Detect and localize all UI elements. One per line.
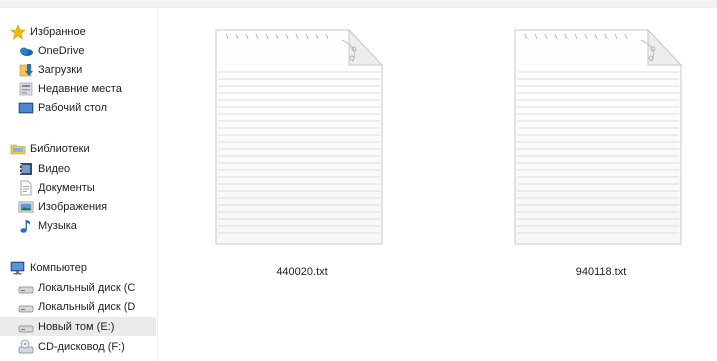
sidebar-item-label: Локальный диск (D [38, 300, 136, 313]
pictures-icon [18, 199, 34, 215]
sidebar-item-label: Рабочий стол [38, 101, 108, 114]
downloads-icon [18, 62, 34, 78]
documents-icon [18, 180, 34, 196]
sidebar-item-pictures[interactable]: Изображения [18, 197, 107, 216]
drive-icon [18, 319, 34, 335]
desktop-icon [18, 100, 34, 116]
onedrive-icon [18, 43, 34, 59]
sidebar-item-downloads[interactable]: Загрузки [18, 60, 82, 79]
music-icon [18, 218, 34, 234]
sidebar-item-onedrive[interactable]: OneDrive [18, 41, 84, 60]
file-tile[interactable]: 440020.txt [202, 22, 402, 282]
sidebar-item-recent-places[interactable]: Недавние места [18, 79, 122, 98]
sidebar-item-label: Новый том (E:) [38, 320, 115, 333]
nav-header-computer[interactable]: Компьютер [10, 258, 87, 277]
text-file-icon [214, 22, 384, 250]
computer-icon [10, 260, 26, 276]
explorer-window: Избранное OneDrive Загрузки Недавние мес… [0, 0, 717, 361]
star-icon [10, 23, 26, 40]
cd-drive-icon [18, 339, 34, 355]
nav-header-label: Компьютер [30, 261, 87, 274]
sidebar-item-label: Изображения [38, 200, 108, 213]
drive-icon [18, 299, 34, 315]
nav-header-libraries[interactable]: Библиотеки [10, 139, 90, 158]
sidebar-item-documents[interactable]: Документы [18, 178, 95, 197]
sidebar-item-label: Видео [38, 162, 71, 175]
recent-places-icon [18, 81, 34, 97]
sidebar-item-label: Загрузки [38, 63, 83, 76]
toolbar-strip [0, 0, 717, 8]
text-file-icon [513, 22, 683, 250]
sidebar-item-label: Локальный диск (C [38, 281, 136, 294]
library-folder-icon [10, 141, 26, 157]
nav-header-favorites[interactable]: Избранное [10, 22, 86, 41]
sidebar-item-label: Музыка [38, 219, 77, 232]
navigation-pane[interactable]: Избранное OneDrive Загрузки Недавние мес… [0, 8, 158, 361]
sidebar-item-desktop[interactable]: Рабочий стол [18, 98, 107, 117]
drive-icon [18, 280, 34, 296]
sidebar-item-label: OneDrive [38, 44, 85, 57]
sidebar-item-label: Документы [38, 181, 95, 194]
file-name: 940118.txt [575, 266, 627, 278]
sidebar-item-label: Недавние места [38, 82, 122, 95]
file-view[interactable]: 440020.txt 940118.txt [158, 8, 717, 361]
sidebar-item-drive-c[interactable]: Локальный диск (C [18, 278, 135, 297]
sidebar-item-drive-d[interactable]: Локальный диск (D [18, 297, 135, 316]
sidebar-item-music[interactable]: Музыка [18, 216, 77, 235]
sidebar-item-label: CD-дисковод (F:) [38, 340, 125, 353]
nav-header-label: Избранное [30, 25, 86, 38]
sidebar-item-video[interactable]: Видео [18, 159, 70, 178]
file-tile[interactable]: 940118.txt [501, 22, 701, 282]
sidebar-item-cd-drive[interactable]: CD-дисковод (F:) [18, 337, 125, 356]
video-icon [18, 161, 34, 177]
nav-header-label: Библиотеки [30, 142, 90, 155]
sidebar-item-drive-e[interactable]: Новый том (E:) [0, 317, 156, 336]
file-name: 440020.txt [276, 266, 328, 278]
